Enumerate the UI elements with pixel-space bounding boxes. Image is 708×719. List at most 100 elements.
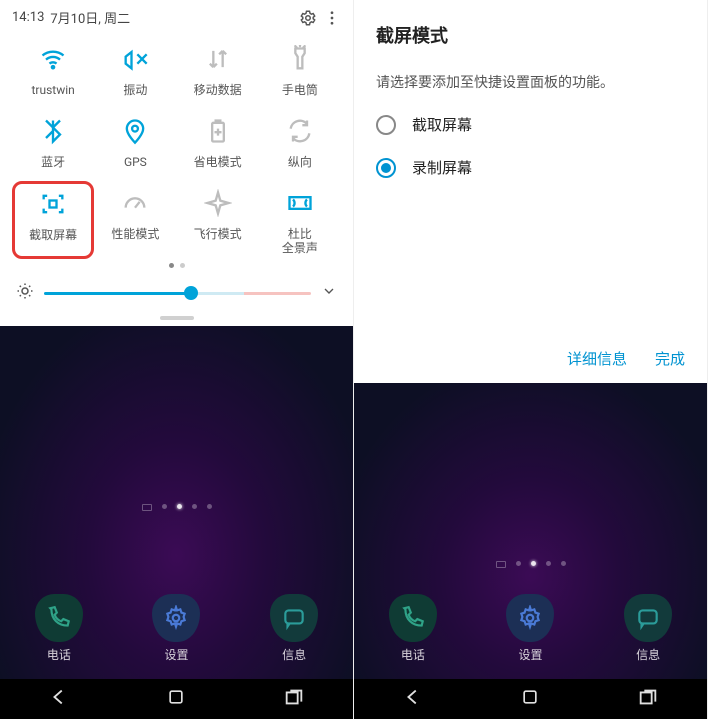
vibrate-icon xyxy=(117,41,153,77)
phone-icon xyxy=(35,594,83,642)
home-pager xyxy=(142,504,212,511)
tile-screenshot[interactable]: 截取屏幕 xyxy=(12,181,94,259)
dolby-icon xyxy=(282,185,318,221)
tile-label: trustwin xyxy=(31,83,74,97)
brightness-icon xyxy=(16,282,34,304)
pager-dot xyxy=(561,561,566,566)
brightness-thumb[interactable] xyxy=(184,286,198,300)
tile-vibrate[interactable]: 振动 xyxy=(94,37,176,101)
status-bar: 14:13 7月10日, 周二 xyxy=(12,8,341,27)
more-icon[interactable] xyxy=(323,9,341,27)
chevron-down-icon[interactable] xyxy=(321,283,337,303)
option-capture-screen[interactable]: 截取屏幕 xyxy=(376,114,685,135)
gear-icon xyxy=(152,594,200,642)
tile-gps[interactable]: GPS xyxy=(94,109,176,173)
gauge-icon xyxy=(117,185,153,221)
quick-settings-grid: trustwin 振动 移动数据 手电筒 蓝牙 GPS xyxy=(12,37,341,259)
pager-dot xyxy=(169,263,174,268)
tile-flashlight[interactable]: 手电筒 xyxy=(259,37,341,101)
pager-dot xyxy=(192,504,197,509)
quick-settings-panel: 14:13 7月10日, 周二 trustwin 振动 移动数据 xyxy=(0,0,353,326)
tile-label: 振动 xyxy=(123,83,147,97)
dock-label: 信息 xyxy=(636,646,660,663)
tile-label: 纵向 xyxy=(288,155,312,169)
dialog-title: 截屏模式 xyxy=(376,22,685,48)
dock: 电话 设置 信息 xyxy=(0,594,353,663)
tile-dolby[interactable]: 杜比 全景声 xyxy=(259,181,341,259)
brightness-slider[interactable] xyxy=(44,292,311,295)
tile-battery-saver[interactable]: 省电模式 xyxy=(177,109,259,173)
home-indicator-icon xyxy=(142,504,152,511)
home-screen[interactable]: 电话 设置 信息 xyxy=(354,383,707,679)
flashlight-icon xyxy=(282,41,318,77)
tile-performance[interactable]: 性能模式 xyxy=(94,181,176,259)
airplane-icon xyxy=(200,185,236,221)
qs-pager[interactable] xyxy=(12,263,341,268)
option-label: 录制屏幕 xyxy=(412,157,472,178)
tile-wifi[interactable]: trustwin xyxy=(12,37,94,101)
panel-drag-handle[interactable] xyxy=(160,316,194,320)
tile-label: 蓝牙 xyxy=(41,155,65,169)
dock-phone[interactable]: 电话 xyxy=(389,594,437,663)
dock-label: 信息 xyxy=(282,646,306,663)
tile-label: GPS xyxy=(124,155,147,169)
tile-bluetooth[interactable]: 蓝牙 xyxy=(12,109,94,173)
dock-phone[interactable]: 电话 xyxy=(35,594,83,663)
pager-dot xyxy=(531,561,536,566)
tile-label: 手电筒 xyxy=(282,83,318,97)
option-record-screen[interactable]: 录制屏幕 xyxy=(376,157,685,178)
tile-airplane[interactable]: 飞行模式 xyxy=(177,181,259,259)
tile-rotation[interactable]: 纵向 xyxy=(259,109,341,173)
option-label: 截取屏幕 xyxy=(412,114,472,135)
home-indicator-icon xyxy=(496,561,506,568)
pager-dot xyxy=(180,263,185,268)
done-button[interactable]: 完成 xyxy=(655,348,685,369)
phone-icon xyxy=(389,594,437,642)
nav-home-icon[interactable] xyxy=(520,687,540,711)
nav-bar xyxy=(354,679,707,719)
nav-back-icon[interactable] xyxy=(402,686,424,712)
gear-icon[interactable] xyxy=(299,9,317,27)
dock-label: 设置 xyxy=(518,646,542,663)
pager-dot xyxy=(207,504,212,509)
screenshot-mode-dialog: 截屏模式 请选择要添加至快捷设置面板的功能。 截取屏幕 录制屏幕 详细信息 完成 xyxy=(354,0,707,383)
dialog-description: 请选择要添加至快捷设置面板的功能。 xyxy=(376,72,685,92)
nav-home-icon[interactable] xyxy=(166,687,186,711)
nav-recent-icon[interactable] xyxy=(637,686,659,712)
home-screen[interactable]: 电话 设置 信息 xyxy=(0,326,353,679)
mobile-data-icon xyxy=(200,41,236,77)
dock-settings[interactable]: 设置 xyxy=(152,594,200,663)
pager-dot xyxy=(177,504,182,509)
home-pager xyxy=(496,561,566,568)
nav-recent-icon[interactable] xyxy=(283,686,305,712)
dock-messages[interactable]: 信息 xyxy=(624,594,672,663)
screenshot-icon xyxy=(35,186,71,222)
rotation-icon xyxy=(282,113,318,149)
radio-icon xyxy=(376,158,396,178)
message-icon xyxy=(270,594,318,642)
dock-label: 电话 xyxy=(47,646,71,663)
battery-icon xyxy=(200,113,236,149)
details-button[interactable]: 详细信息 xyxy=(567,348,627,369)
tile-label: 飞行模式 xyxy=(194,227,242,241)
pane-left: 14:13 7月10日, 周二 trustwin 振动 移动数据 xyxy=(0,0,354,719)
tile-label: 性能模式 xyxy=(111,227,159,241)
radio-icon xyxy=(376,115,396,135)
tile-label: 杜比 全景声 xyxy=(282,227,318,255)
dock: 电话 设置 信息 xyxy=(354,594,707,663)
tile-label: 省电模式 xyxy=(194,155,242,169)
nav-bar xyxy=(0,679,353,719)
tile-label: 移动数据 xyxy=(194,83,242,97)
nav-back-icon[interactable] xyxy=(48,686,70,712)
dock-messages[interactable]: 信息 xyxy=(270,594,318,663)
pager-dot xyxy=(162,504,167,509)
pager-dot xyxy=(516,561,521,566)
brightness-row xyxy=(16,282,337,304)
dock-label: 电话 xyxy=(401,646,425,663)
message-icon xyxy=(624,594,672,642)
wifi-icon xyxy=(35,41,71,77)
dock-settings[interactable]: 设置 xyxy=(506,594,554,663)
tile-label: 截取屏幕 xyxy=(29,228,77,242)
gps-icon xyxy=(117,113,153,149)
tile-mobile-data[interactable]: 移动数据 xyxy=(177,37,259,101)
